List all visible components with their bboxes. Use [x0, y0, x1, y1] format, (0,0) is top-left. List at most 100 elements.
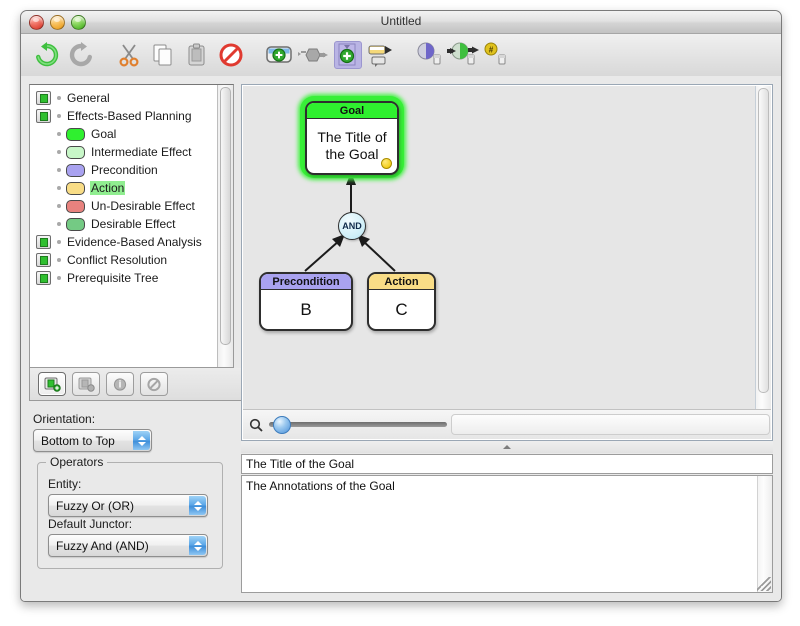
- bullet-icon: [57, 114, 61, 118]
- add-entity-button[interactable]: [331, 37, 363, 73]
- paste-button[interactable]: [181, 37, 213, 73]
- svg-text:#: #: [489, 46, 494, 55]
- color-swatch-icon: [66, 181, 85, 195]
- folder-icon: [36, 235, 51, 249]
- bullet-icon: [57, 186, 61, 190]
- bullet-icon: [57, 132, 61, 136]
- title-input-value: The Title of the Goal: [246, 457, 355, 471]
- evidence-button[interactable]: #: [481, 37, 513, 73]
- add-annotation-button[interactable]: [365, 37, 397, 73]
- tree-item-label: Effects-Based Planning: [67, 109, 192, 123]
- info-button[interactable]: [106, 372, 134, 396]
- undo-button[interactable]: [31, 37, 63, 73]
- tree-item-conflict-resolution[interactable]: Conflict Resolution: [30, 251, 217, 269]
- orientation-value: Bottom to Top: [41, 433, 115, 448]
- junctor-label: AND: [342, 221, 362, 231]
- diagram-node-precondition[interactable]: Precondition B: [259, 272, 353, 331]
- tree-item-effects-based-planning[interactable]: Effects-Based Planning: [30, 107, 217, 125]
- copy-button[interactable]: [147, 37, 179, 73]
- folder-icon: [36, 253, 51, 267]
- zoom-slider-thumb[interactable]: [273, 416, 291, 434]
- title-input[interactable]: The Title of the Goal: [241, 454, 773, 474]
- new-entity-button[interactable]: [38, 372, 66, 396]
- orientation-label: Orientation:: [33, 412, 96, 426]
- tree-item-label: Goal: [91, 127, 117, 141]
- color-swatch-icon: [66, 145, 85, 159]
- tree-item-label: Precondition: [91, 163, 158, 177]
- annotations-textarea[interactable]: The Annotations of the Goal: [241, 475, 773, 593]
- orientation-group: Orientation: Bottom to Top: [33, 412, 233, 452]
- bullet-icon: [57, 222, 61, 226]
- diagram-node-goal[interactable]: Goal The Title of the Goal: [305, 101, 399, 175]
- node-body-label: B: [300, 300, 312, 319]
- bullet-icon: [57, 150, 61, 154]
- canvas-scrollbar-thumb[interactable]: [758, 88, 769, 393]
- entity-tree-list: General Effects-Based Planning Goal Inte…: [30, 85, 217, 367]
- diagram-canvas-panel: Goal The Title of the Goal AND Precondit…: [241, 84, 773, 441]
- bullet-icon: [57, 258, 61, 262]
- zoom-slider[interactable]: [269, 416, 447, 434]
- tree-item-general[interactable]: General: [30, 89, 217, 107]
- annotations-vertical-scrollbar[interactable]: [757, 476, 772, 592]
- operators-legend: Operators: [46, 455, 108, 469]
- tree-item-precondition[interactable]: Precondition: [30, 161, 217, 179]
- entity-operator-select[interactable]: Fuzzy Or (OR): [48, 494, 208, 517]
- entity-tree-toolbar: [29, 368, 242, 401]
- tree-item-label: Desirable Effect: [91, 217, 176, 231]
- tree-item-label: Action: [90, 181, 126, 195]
- magnifier-large-icon[interactable]: [249, 418, 263, 432]
- default-junctor-value: Fuzzy And (AND): [56, 538, 149, 553]
- collapse-chevron-icon[interactable]: [503, 445, 511, 449]
- node-header-label: Precondition: [261, 274, 351, 290]
- folder-icon: [36, 91, 51, 105]
- tree-item-action[interactable]: Action: [30, 179, 217, 197]
- redo-button[interactable]: [65, 37, 97, 73]
- add-junctor-button[interactable]: [297, 37, 329, 73]
- chevron-updown-icon: [189, 496, 206, 515]
- main-toolbar: #: [21, 34, 781, 77]
- diagram-junctor-and[interactable]: AND: [338, 212, 366, 240]
- color-swatch-icon: [66, 163, 85, 177]
- horizontal-scrollbar[interactable]: [451, 414, 770, 435]
- default-junctor-select[interactable]: Fuzzy And (AND): [48, 534, 208, 557]
- tree-item-intermediate-effect[interactable]: Intermediate Effect: [30, 143, 217, 161]
- tree-item-label: Un-Desirable Effect: [91, 199, 195, 213]
- window-resize-grip[interactable]: [757, 577, 771, 591]
- tree-item-label: Intermediate Effect: [91, 145, 192, 159]
- chevron-updown-icon: [133, 431, 150, 450]
- tree-item-label: Conflict Resolution: [67, 253, 168, 267]
- left-sidebar: General Effects-Based Planning Goal Inte…: [29, 84, 242, 593]
- tree-scrollbar-thumb[interactable]: [220, 87, 231, 345]
- add-node-button[interactable]: [263, 37, 295, 73]
- canvas-vertical-scrollbar[interactable]: [755, 86, 771, 409]
- tree-item-desirable-effect[interactable]: Desirable Effect: [30, 215, 217, 233]
- tree-item-evidence-based-analysis[interactable]: Evidence-Based Analysis: [30, 233, 217, 251]
- transition-button[interactable]: [447, 37, 479, 73]
- bullet-icon: [57, 204, 61, 208]
- right-pane: Goal The Title of the Goal AND Precondit…: [241, 84, 773, 593]
- tree-item-goal[interactable]: Goal: [30, 125, 217, 143]
- folder-icon: [36, 271, 51, 285]
- entity-operator-value: Fuzzy Or (OR): [56, 498, 134, 513]
- window-titlebar: Untitled: [21, 11, 781, 34]
- state-button[interactable]: [413, 37, 445, 73]
- tree-vertical-scrollbar[interactable]: [217, 85, 233, 367]
- node-body-label: C: [395, 300, 408, 319]
- entity-operator-field: Entity: Fuzzy Or (OR): [48, 477, 208, 517]
- remove-entity-button[interactable]: [140, 372, 168, 396]
- diagram-canvas[interactable]: Goal The Title of the Goal AND Precondit…: [243, 86, 756, 409]
- tree-item-label: Evidence-Based Analysis: [67, 235, 202, 249]
- orientation-select[interactable]: Bottom to Top: [33, 429, 152, 452]
- operators-group: Operators Entity: Fuzzy Or (OR) Default …: [37, 455, 223, 569]
- diagram-node-action[interactable]: Action C: [367, 272, 436, 331]
- color-swatch-icon: [66, 127, 85, 141]
- color-swatch-icon: [66, 199, 85, 213]
- duplicate-entity-button[interactable]: [72, 372, 100, 396]
- node-header-label: Goal: [307, 103, 397, 119]
- default-junctor-field: Default Junctor: Fuzzy And (AND): [48, 517, 208, 557]
- tree-item-prerequisite-tree[interactable]: Prerequisite Tree: [30, 269, 217, 287]
- cut-button[interactable]: [113, 37, 145, 73]
- pane-splitter[interactable]: [241, 441, 773, 453]
- tree-item-un-desirable-effect[interactable]: Un-Desirable Effect: [30, 197, 217, 215]
- delete-button[interactable]: [215, 37, 247, 73]
